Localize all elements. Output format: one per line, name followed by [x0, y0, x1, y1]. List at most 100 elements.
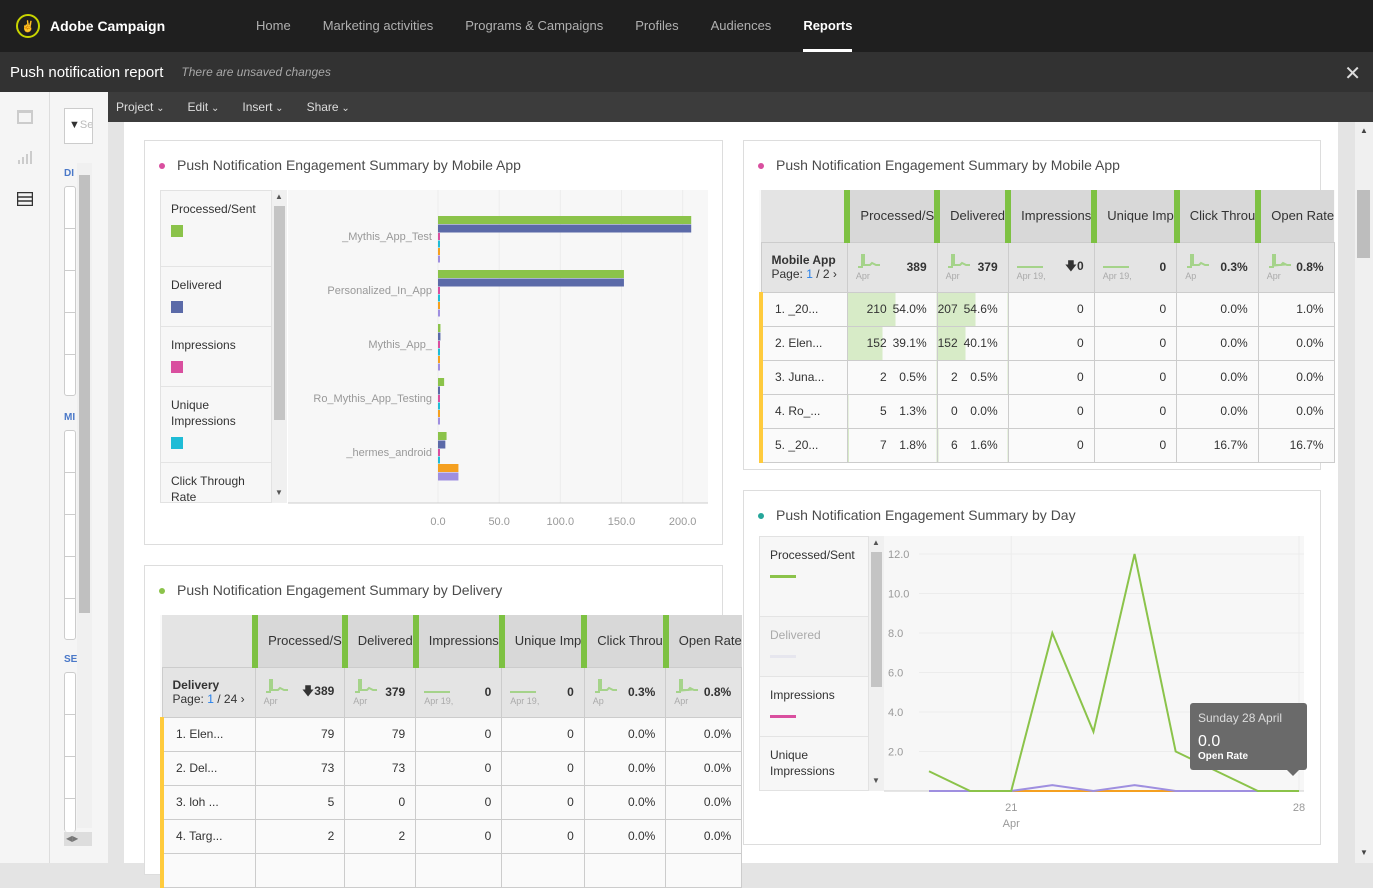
- list-item[interactable]: [65, 673, 75, 715]
- nav-profiles[interactable]: Profiles: [619, 0, 694, 52]
- row-label[interactable]: 3. loh ...: [159, 784, 256, 820]
- row-label[interactable]: 1. _20...: [758, 291, 848, 327]
- table-icon[interactable]: [17, 192, 33, 206]
- menu-edit[interactable]: Edit: [188, 100, 220, 114]
- legend-item[interactable]: Processed/Sent: [161, 191, 271, 267]
- column-header[interactable]: Delivered: [341, 615, 416, 667]
- bar-unique-impressions[interactable]: [438, 402, 440, 410]
- menu-project[interactable]: Project: [116, 100, 165, 114]
- scroll-up-icon[interactable]: ▲: [275, 192, 283, 201]
- panel-icon[interactable]: [17, 110, 33, 124]
- table-row[interactable]: 5. _20... 7 1.8% 6 1.6% 0 0 16.7% 16.7%: [758, 427, 1335, 463]
- column-header[interactable]: Impressions: [412, 615, 502, 667]
- row-label[interactable]: 2. Elen...: [758, 325, 848, 361]
- scroll-down-icon[interactable]: ▼: [1360, 848, 1368, 857]
- list-item[interactable]: [65, 431, 75, 473]
- bar-processed-sent[interactable]: [438, 324, 441, 332]
- nav-home[interactable]: Home: [240, 0, 307, 52]
- table-row[interactable]: 1. Elen... 79 79 0 0 0.0% 0.0%: [159, 716, 743, 752]
- bar-click-through-rate[interactable]: [438, 302, 440, 309]
- scrollbar-thumb[interactable]: [871, 552, 882, 687]
- horizontal-scroll-arrows-icon[interactable]: ◀▶: [64, 832, 92, 846]
- bar-impressions[interactable]: [438, 395, 440, 402]
- table-row[interactable]: 4. Ro_... 5 1.3% 0 0.0% 0 0 0.0% 0.0%: [758, 393, 1335, 429]
- row-label[interactable]: [159, 852, 256, 888]
- scroll-down-icon[interactable]: ▼: [872, 776, 880, 785]
- list-item[interactable]: [65, 715, 75, 757]
- legend-item[interactable]: Impressions: [161, 327, 271, 387]
- table-row[interactable]: 3. loh ... 5 0 0 0 0.0% 0.0%: [159, 784, 743, 820]
- column-header[interactable]: Processed/S: [252, 615, 345, 667]
- legend-item[interactable]: Unique Impressions: [760, 737, 868, 790]
- bar-unique-impressions[interactable]: [438, 456, 440, 464]
- legend-item[interactable]: Click Through Rate: [161, 463, 271, 502]
- legend-scrollbar[interactable]: ▲ ▼: [272, 190, 287, 503]
- scroll-up-icon[interactable]: ▲: [872, 538, 880, 547]
- page-current-link[interactable]: 1: [806, 267, 813, 281]
- scrollbar-thumb[interactable]: [274, 206, 285, 420]
- bar-open-rate[interactable]: [438, 255, 440, 263]
- bar-delivered[interactable]: [438, 386, 440, 395]
- bar-impressions[interactable]: [438, 233, 440, 240]
- table-row[interactable]: 4. Targ... 2 2 0 0 0.0% 0.0%: [159, 818, 743, 854]
- bar-impressions[interactable]: [438, 287, 440, 294]
- column-header[interactable]: Impressions: [1005, 190, 1095, 242]
- row-label[interactable]: 4. Targ...: [159, 818, 256, 854]
- list-item[interactable]: [65, 229, 75, 271]
- canvas-scrollbar[interactable]: ▲ ▼: [1355, 122, 1373, 863]
- bar-processed-sent[interactable]: [438, 432, 447, 440]
- bar-delivered[interactable]: [438, 224, 692, 233]
- row-label[interactable]: 3. Juna...: [758, 359, 848, 395]
- menu-insert[interactable]: Insert: [242, 100, 283, 114]
- table-row[interactable]: 3. Juna... 2 0.5% 2 0.5% 0 0 0.0% 0.0%: [758, 359, 1335, 395]
- list-item[interactable]: [65, 473, 75, 515]
- bar-delivered[interactable]: [438, 440, 446, 449]
- list-item[interactable]: [65, 313, 75, 355]
- bar-delivered[interactable]: [438, 332, 441, 341]
- next-page-icon[interactable]: ›: [833, 267, 837, 281]
- bar-processed-sent[interactable]: [438, 270, 624, 278]
- row-label[interactable]: 4. Ro_...: [758, 393, 848, 429]
- column-header[interactable]: Click Throu: [581, 615, 666, 667]
- legend-item[interactable]: Impressions: [760, 677, 868, 737]
- column-header[interactable]: Delivered: [934, 190, 1009, 242]
- scrollbar-thumb[interactable]: [1357, 190, 1370, 258]
- column-header[interactable]: Open Rate: [1255, 190, 1335, 242]
- scroll-up-icon[interactable]: ▲: [1360, 126, 1368, 135]
- legend-item-disabled[interactable]: Delivered: [760, 617, 868, 677]
- bar-open-rate[interactable]: [438, 472, 459, 481]
- bar-impressions[interactable]: [438, 449, 440, 456]
- bar-impressions[interactable]: [438, 341, 440, 348]
- row-label[interactable]: 5. _20...: [758, 427, 848, 463]
- bar-open-rate[interactable]: [438, 363, 440, 371]
- bar-processed-sent[interactable]: [438, 378, 445, 386]
- list-item[interactable]: [65, 187, 75, 229]
- column-header[interactable]: Unique Imp: [498, 615, 585, 667]
- bar-click-through-rate[interactable]: [438, 248, 440, 255]
- scrollbar-thumb[interactable]: [79, 175, 90, 613]
- column-header[interactable]: Unique Imp: [1091, 190, 1177, 242]
- nav-reports[interactable]: Reports: [787, 0, 868, 52]
- nav-programs-campaigns[interactable]: Programs & Campaigns: [449, 0, 619, 52]
- table-row[interactable]: 2. Del... 73 73 0 0 0.0% 0.0%: [159, 750, 743, 786]
- page-current-link[interactable]: 1: [207, 692, 214, 706]
- list-item[interactable]: [65, 515, 75, 557]
- row-label[interactable]: 1. Elen...: [159, 716, 256, 752]
- bar-delivered[interactable]: [438, 278, 624, 287]
- sort-descending-icon[interactable]: 🡇: [302, 684, 314, 698]
- app-logo[interactable]: ✌ Adobe Campaign: [16, 14, 216, 38]
- menu-share[interactable]: Share: [307, 100, 350, 114]
- close-icon[interactable]: ✕: [1344, 61, 1361, 86]
- chart-icon[interactable]: [17, 150, 33, 164]
- list-item[interactable]: [65, 271, 75, 313]
- scroll-down-icon[interactable]: ▼: [275, 488, 283, 497]
- legend-item[interactable]: Delivered: [161, 267, 271, 327]
- list-item[interactable]: [65, 757, 75, 799]
- bar-click-through-rate[interactable]: [438, 410, 440, 417]
- bar-open-rate[interactable]: [438, 309, 440, 317]
- bar-open-rate[interactable]: [438, 417, 440, 425]
- column-header[interactable]: Processed/S: [844, 190, 938, 242]
- bar-processed-sent[interactable]: [438, 216, 692, 224]
- panel-scrollbar[interactable]: [77, 163, 92, 828]
- nav-marketing-activities[interactable]: Marketing activities: [307, 0, 450, 52]
